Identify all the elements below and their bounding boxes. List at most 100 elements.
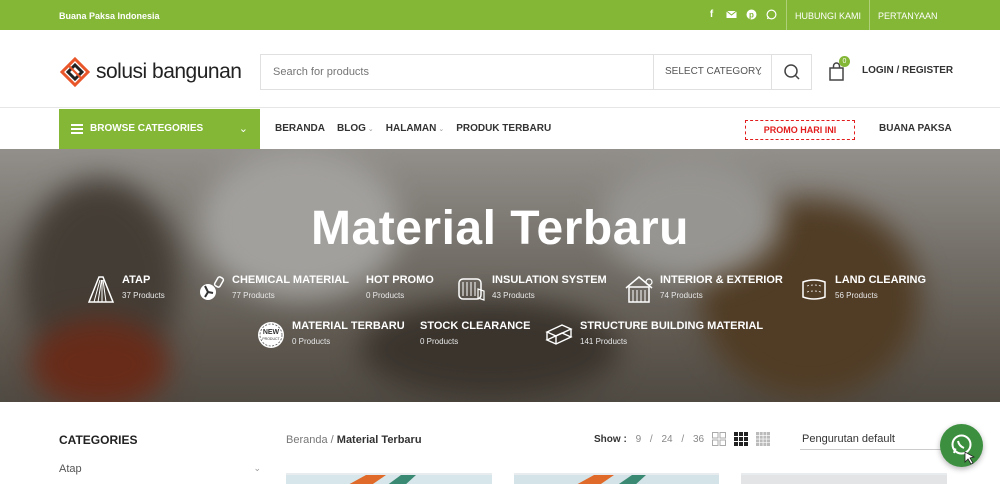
chevron-down-icon: ⌄ (438, 126, 445, 133)
header: solusi bangunan SELECT CATEGORY ⌄ 0 LOGI… (0, 34, 1000, 108)
category-count: 0 Products (420, 337, 459, 346)
svg-text:NEW: NEW (263, 329, 280, 336)
menu: BERANDA BLOG ⌄ HALAMAN ⌄ PRODUK TERBARU (275, 123, 551, 134)
breadcrumb-home[interactable]: Beranda (286, 434, 328, 446)
category-select[interactable]: SELECT CATEGORY ⌄ (653, 55, 773, 89)
logo-mark-icon (60, 57, 90, 87)
promo-button[interactable]: PROMO HARI INI (745, 120, 855, 140)
search-button[interactable] (771, 55, 811, 89)
category-text: INSULATION SYSTEM 43 Products (492, 274, 607, 300)
hero-category-hot-promo[interactable]: HOT PROMO 0 Products (366, 274, 434, 304)
chevron-down-icon[interactable]: ⌄ (253, 463, 261, 474)
chevron-down-icon: ⌄ (367, 126, 374, 133)
search-input[interactable] (261, 55, 653, 89)
menu-item-label: BLOG (337, 123, 366, 134)
menu-item-blog[interactable]: BLOG ⌄ (337, 123, 374, 134)
category-name: INTERIOR & EXTERIOR (660, 274, 783, 286)
product-card-image[interactable] (741, 473, 947, 484)
menu-item-beranda[interactable]: BERANDA (275, 123, 325, 134)
land-icon (802, 279, 826, 300)
product-card-image[interactable] (514, 473, 719, 484)
logo-text: solusi bangunan (96, 60, 242, 83)
chevron-down-icon: ⌄ (755, 67, 763, 77)
hero-category-land-clearing[interactable]: LAND CLEARING 56 Products (799, 274, 926, 304)
hero-category-structure-building[interactable]: STRUCTURE BUILDING MATERIAL 141 Products (544, 320, 763, 350)
category-name: CHEMICAL MATERIAL (232, 274, 349, 286)
browse-categories-button[interactable]: BROWSE CATEGORIES ⌄ (59, 109, 260, 149)
top-bar: Buana Paksa Indonesia f p HUBUNGI KAMI P… (0, 0, 1000, 32)
category-name: STRUCTURE BUILDING MATERIAL (580, 320, 764, 332)
category-name: MATERIAL TERBARU (292, 320, 405, 332)
mail-icon[interactable] (726, 9, 737, 20)
brand-link[interactable]: BUANA PAKSA (879, 123, 952, 134)
menu-item-label: BERANDA (275, 123, 325, 134)
per-page-9[interactable]: 9 (636, 434, 642, 445)
category-count: 141 Products (580, 337, 628, 346)
cart-count-badge: 0 (839, 56, 850, 67)
category-text: MATERIAL TERBARU 0 Products (292, 320, 405, 346)
svg-text:p: p (749, 11, 754, 20)
menu-item-halaman[interactable]: HALAMAN ⌄ (386, 123, 444, 134)
category-count: 0 Products (292, 337, 331, 346)
building-icon (625, 276, 653, 303)
contact-link[interactable]: HUBUNGI KAMI (786, 0, 869, 32)
per-page-24[interactable]: 24 (661, 434, 672, 445)
product-card-image[interactable] (286, 473, 492, 484)
page-hero: Material Terbaru ATAP 37 Products CHEMIC… (0, 149, 1000, 402)
browse-categories-label: BROWSE CATEGORIES (90, 123, 204, 134)
category-count: 56 Products (835, 291, 878, 300)
svg-text:PRODUCT: PRODUCT (262, 337, 280, 341)
category-count: 43 Products (492, 291, 535, 300)
grid-2-icon[interactable] (712, 432, 726, 446)
hero-category-atap[interactable]: ATAP 37 Products (86, 274, 165, 304)
per-page-36[interactable]: 36 (693, 434, 704, 445)
roof-icon (87, 276, 115, 303)
show-label: Show : (594, 434, 627, 445)
facebook-icon[interactable]: f (706, 9, 717, 20)
grid-view-toggle (712, 432, 770, 446)
category-text: CHEMICAL MATERIAL 77 Products (232, 274, 349, 300)
category-name: HOT PROMO (366, 274, 434, 286)
logo[interactable]: solusi bangunan (60, 57, 242, 87)
category-name: LAND CLEARING (835, 274, 927, 286)
category-text: ATAP 37 Products (122, 274, 165, 300)
menu-item-produk-terbaru[interactable]: PRODUK TERBARU (456, 123, 551, 134)
category-name: INSULATION SYSTEM (492, 274, 607, 286)
sidebar-title: CATEGORIES (59, 433, 138, 447)
category-count: 0 Products (366, 291, 405, 300)
login-register-link[interactable]: LOGIN / REGISTER (862, 65, 953, 76)
breadcrumb-separator: / (330, 434, 334, 446)
menu-item-label: PRODUK TERBARU (456, 123, 552, 134)
whatsapp-chat-button[interactable] (940, 424, 983, 467)
hero-category-insulation[interactable]: INSULATION SYSTEM 43 Products (456, 274, 607, 304)
social-links: f p (706, 9, 777, 20)
hero-category-interior-exterior[interactable]: INTERIOR & EXTERIOR 74 Products (624, 274, 783, 304)
grid-4-icon[interactable] (756, 432, 770, 446)
category-select-label: SELECT CATEGORY (665, 66, 762, 77)
hero-category-stock-clearance[interactable]: STOCK CLEARANCE 0 Products (420, 320, 530, 350)
cart-button[interactable]: 0 (828, 56, 850, 82)
per-page-separator: / (681, 434, 685, 445)
insulation-icon (458, 278, 485, 301)
per-page-selector: Show : 9 / 24 / 36 (594, 434, 704, 445)
new-badge-icon: NEW PRODUCT (258, 322, 284, 348)
pinterest-icon[interactable]: p (746, 9, 757, 20)
main-nav: BROWSE CATEGORIES ⌄ BERANDA BLOG ⌄ HALAMA… (0, 109, 1000, 149)
chemical-icon (200, 276, 225, 300)
grid-3-icon[interactable] (734, 432, 748, 446)
sidebar-item-atap[interactable]: Atap ⌄ (59, 463, 261, 475)
whatsapp-icon (951, 434, 976, 465)
category-count: 77 Products (232, 291, 275, 300)
category-count: 37 Products (122, 291, 165, 300)
hero-category-material-terbaru[interactable]: NEW PRODUCT MATERIAL TERBARU 0 Products (256, 320, 405, 350)
category-text: HOT PROMO 0 Products (366, 274, 434, 300)
chevron-down-icon: ⌄ (238, 123, 248, 135)
breadcrumb-current: Material Terbaru (336, 434, 422, 446)
faq-link[interactable]: PERTANYAAN (869, 0, 946, 32)
steel-beam-icon (545, 324, 573, 345)
sidebar-item-label: Atap (59, 463, 82, 475)
hero-category-chemical[interactable]: CHEMICAL MATERIAL 77 Products (196, 274, 349, 304)
sort-select[interactable]: Pengurutan default (800, 428, 948, 450)
category-text: LAND CLEARING 56 Products (835, 274, 926, 300)
whatsapp-icon[interactable] (766, 9, 777, 20)
